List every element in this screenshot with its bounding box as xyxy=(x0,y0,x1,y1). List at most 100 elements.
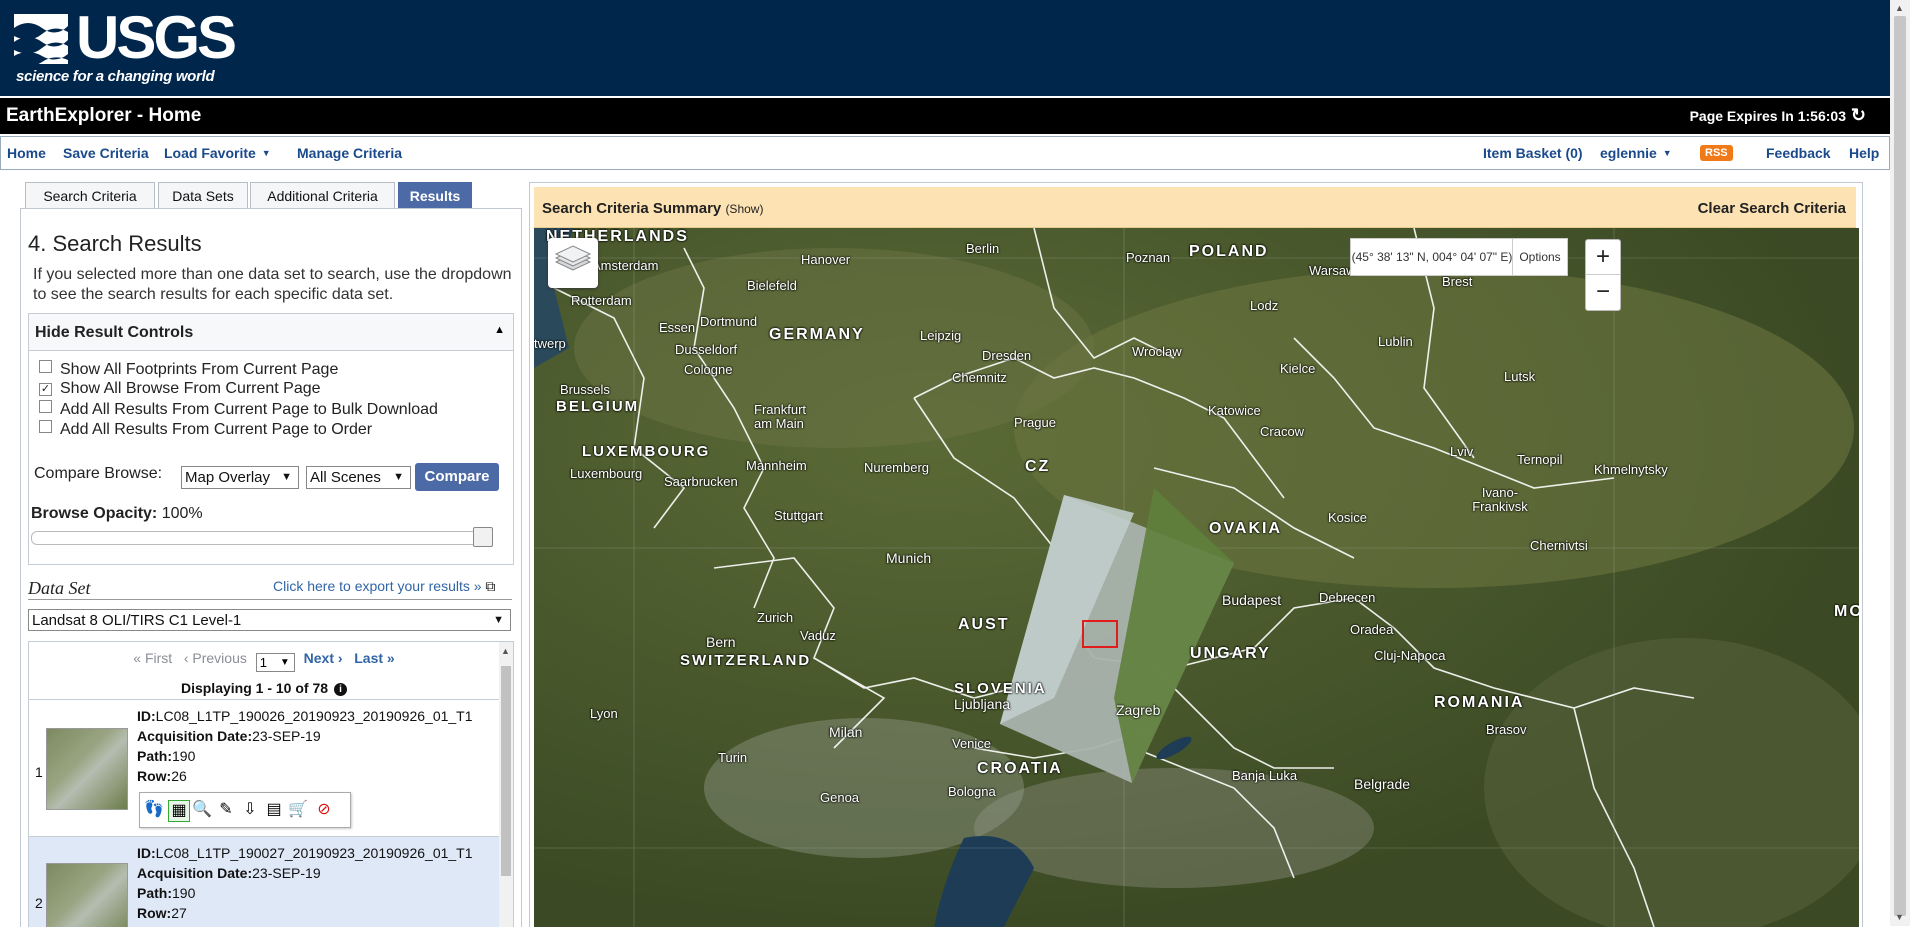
map-label-city: Amsterdam xyxy=(592,258,659,273)
result-number: 1 xyxy=(35,764,43,780)
compare-mode-select[interactable]: Map Overlay ▼ xyxy=(181,466,299,489)
map-label-city: Cluj-Napoca xyxy=(1374,648,1446,663)
scroll-down-icon[interactable]: ▼ xyxy=(1895,912,1904,922)
pager-last[interactable]: Last » xyxy=(354,650,394,666)
map-label-city: Essen xyxy=(659,320,696,335)
results-count-label: Displaying 1 - 10 of 78 xyxy=(180,680,329,696)
nav-home[interactable]: Home xyxy=(7,145,46,161)
show-metadata-icon[interactable]: 🔍 xyxy=(192,800,212,820)
map-label-city: Oradea xyxy=(1350,622,1394,637)
browse-thumbnail[interactable] xyxy=(46,728,128,810)
nav-manage-criteria[interactable]: Manage Criteria xyxy=(297,145,402,161)
compare-scenes-select[interactable]: All Scenes ▼ xyxy=(306,466,411,489)
zoom-in-button[interactable]: + xyxy=(1586,240,1620,275)
pager-previous[interactable]: ‹ Previous xyxy=(184,650,247,666)
rss-icon[interactable]: RSS xyxy=(1700,143,1733,161)
browse-overlay-icon[interactable]: ▦ xyxy=(168,800,190,822)
tab-data-sets[interactable]: Data Sets xyxy=(158,182,248,209)
entity-id: LC08_L1TP_190026_20190923_20190926_01_T1 xyxy=(155,708,473,724)
results-scrollbar[interactable]: ▲ xyxy=(499,642,513,927)
result-controls-toggle[interactable]: Hide Result Controls ▲ xyxy=(29,314,513,351)
path-value: 190 xyxy=(172,748,196,764)
map-label-city: Milan xyxy=(829,724,863,740)
map-label-city: Mannheim xyxy=(746,458,807,473)
checkbox-show-footprints[interactable]: Show All Footprints From Current Page xyxy=(39,360,338,379)
logo-wordmark: USGS xyxy=(76,4,237,71)
opacity-slider-track[interactable] xyxy=(31,531,487,545)
pager-next[interactable]: Next › xyxy=(304,650,343,666)
export-results-link[interactable]: Click here to export your results » ⧉ xyxy=(273,578,495,595)
checkbox-box[interactable] xyxy=(39,420,52,433)
layers-button[interactable] xyxy=(548,238,598,288)
path-label: Path: xyxy=(137,885,172,901)
compare-browse-icon[interactable]: ✎ xyxy=(216,800,236,820)
map-label-city: Cologne xyxy=(684,362,733,377)
map-terrain xyxy=(534,228,1859,927)
refresh-icon[interactable]: ↻ xyxy=(1851,105,1866,126)
zoom-out-button[interactable]: − xyxy=(1586,275,1620,309)
layers-icon xyxy=(554,245,592,271)
nav-load-favorite[interactable]: Load Favorite ▼ xyxy=(164,145,271,161)
row-value: 26 xyxy=(171,768,187,784)
bulk-download-icon[interactable]: ▤ xyxy=(264,800,284,820)
browse-thumbnail[interactable] xyxy=(46,863,128,927)
acq-label: Acquisition Date: xyxy=(137,865,253,881)
clear-search-criteria[interactable]: Clear Search Criteria xyxy=(1698,200,1846,217)
add-to-cart-icon[interactable]: 🛒 xyxy=(288,800,308,820)
opacity-slider-handle[interactable] xyxy=(473,527,493,547)
result-controls-label: Hide Result Controls xyxy=(35,324,194,341)
result-row: 2 ID:LC08_L1TP_190027_20190923_20190926_… xyxy=(29,836,499,927)
checkbox-add-bulk-download[interactable]: Add All Results From Current Page to Bul… xyxy=(39,400,438,419)
chevron-down-icon: ▼ xyxy=(261,148,271,158)
download-icon[interactable]: ⇩ xyxy=(240,800,260,820)
map-label-city: Poznan xyxy=(1126,250,1171,265)
map-label-city: Venice xyxy=(952,736,992,751)
summary-title[interactable]: Search Criteria Summary (Show) xyxy=(542,200,763,217)
footprint-icon[interactable]: 👣 xyxy=(144,800,164,820)
results-heading: 4. Search Results xyxy=(28,231,202,256)
tab-search-criteria[interactable]: Search Criteria xyxy=(25,182,155,209)
external-link-icon: ⧉ xyxy=(485,578,496,594)
map-label-city: Brest xyxy=(1442,274,1473,289)
header-banner: USGS science for a changing world xyxy=(0,0,1890,96)
dataset-select[interactable]: Landsat 8 OLI/TIRS C1 Level-1 ▼ xyxy=(28,609,511,631)
entity-id: LC08_L1TP_190027_20190923_20190926_01_T1 xyxy=(155,845,473,861)
page-scrollbar-thumb[interactable] xyxy=(1894,16,1906,916)
checkbox-box[interactable] xyxy=(39,400,52,413)
tab-results[interactable]: Results xyxy=(398,182,472,209)
acquisition-date: 23-SEP-19 xyxy=(252,728,321,744)
row-label: Row: xyxy=(137,905,172,921)
browse-opacity: Browse Opacity: 100% xyxy=(31,505,203,523)
summary-show-toggle[interactable]: (Show) xyxy=(725,202,763,216)
map-canvas[interactable]: NETHERLANDS POLAND GERMANY BELGIUM LUXEM… xyxy=(534,228,1859,927)
map-options-button[interactable]: Options xyxy=(1512,238,1568,276)
map-label-city: Nuremberg xyxy=(864,460,930,475)
chevron-down-icon: ▼ xyxy=(493,614,504,626)
nav-feedback[interactable]: Feedback xyxy=(1766,145,1831,161)
scrollbar-thumb[interactable] xyxy=(501,666,511,876)
checkbox-show-browse[interactable]: ✓ Show All Browse From Current Page xyxy=(39,380,321,398)
nav-user-menu[interactable]: eglennie ▼ xyxy=(1600,145,1672,161)
checkbox-box-checked[interactable]: ✓ xyxy=(39,383,52,396)
compare-button[interactable]: Compare xyxy=(415,463,499,491)
map-label-city: Munich xyxy=(886,550,932,566)
nav-item-basket[interactable]: Item Basket (0) xyxy=(1483,145,1583,161)
nav-help[interactable]: Help xyxy=(1849,145,1879,161)
map-label-city: Leipzig xyxy=(920,328,962,343)
checkbox-add-to-order[interactable]: Add All Results From Current Page to Ord… xyxy=(39,420,372,439)
pager-first[interactable]: « First xyxy=(133,650,172,666)
page-select[interactable]: 1 ▼ xyxy=(255,653,295,672)
exclude-icon[interactable]: ⊘ xyxy=(314,800,334,820)
nav-save-criteria[interactable]: Save Criteria xyxy=(63,145,149,161)
scroll-up-icon[interactable]: ▲ xyxy=(501,646,510,656)
info-icon[interactable]: i xyxy=(334,683,348,696)
result-number: 2 xyxy=(35,895,43,911)
result-tools: 👣 ▦ 🔍 ✎ ⇩ ▤ 🛒 ⊘ xyxy=(139,792,351,828)
map-label-city: Lutsk xyxy=(1504,369,1536,384)
dataset-label: Data Set xyxy=(28,578,91,598)
tab-additional-criteria[interactable]: Additional Criteria xyxy=(250,182,395,209)
checkbox-box[interactable] xyxy=(39,360,52,373)
scroll-up-icon[interactable]: ▲ xyxy=(1895,3,1904,13)
page-scrollbar[interactable]: ▲ ▼ xyxy=(1890,0,1910,926)
map-label-country: SLOVENIA xyxy=(954,680,1047,697)
